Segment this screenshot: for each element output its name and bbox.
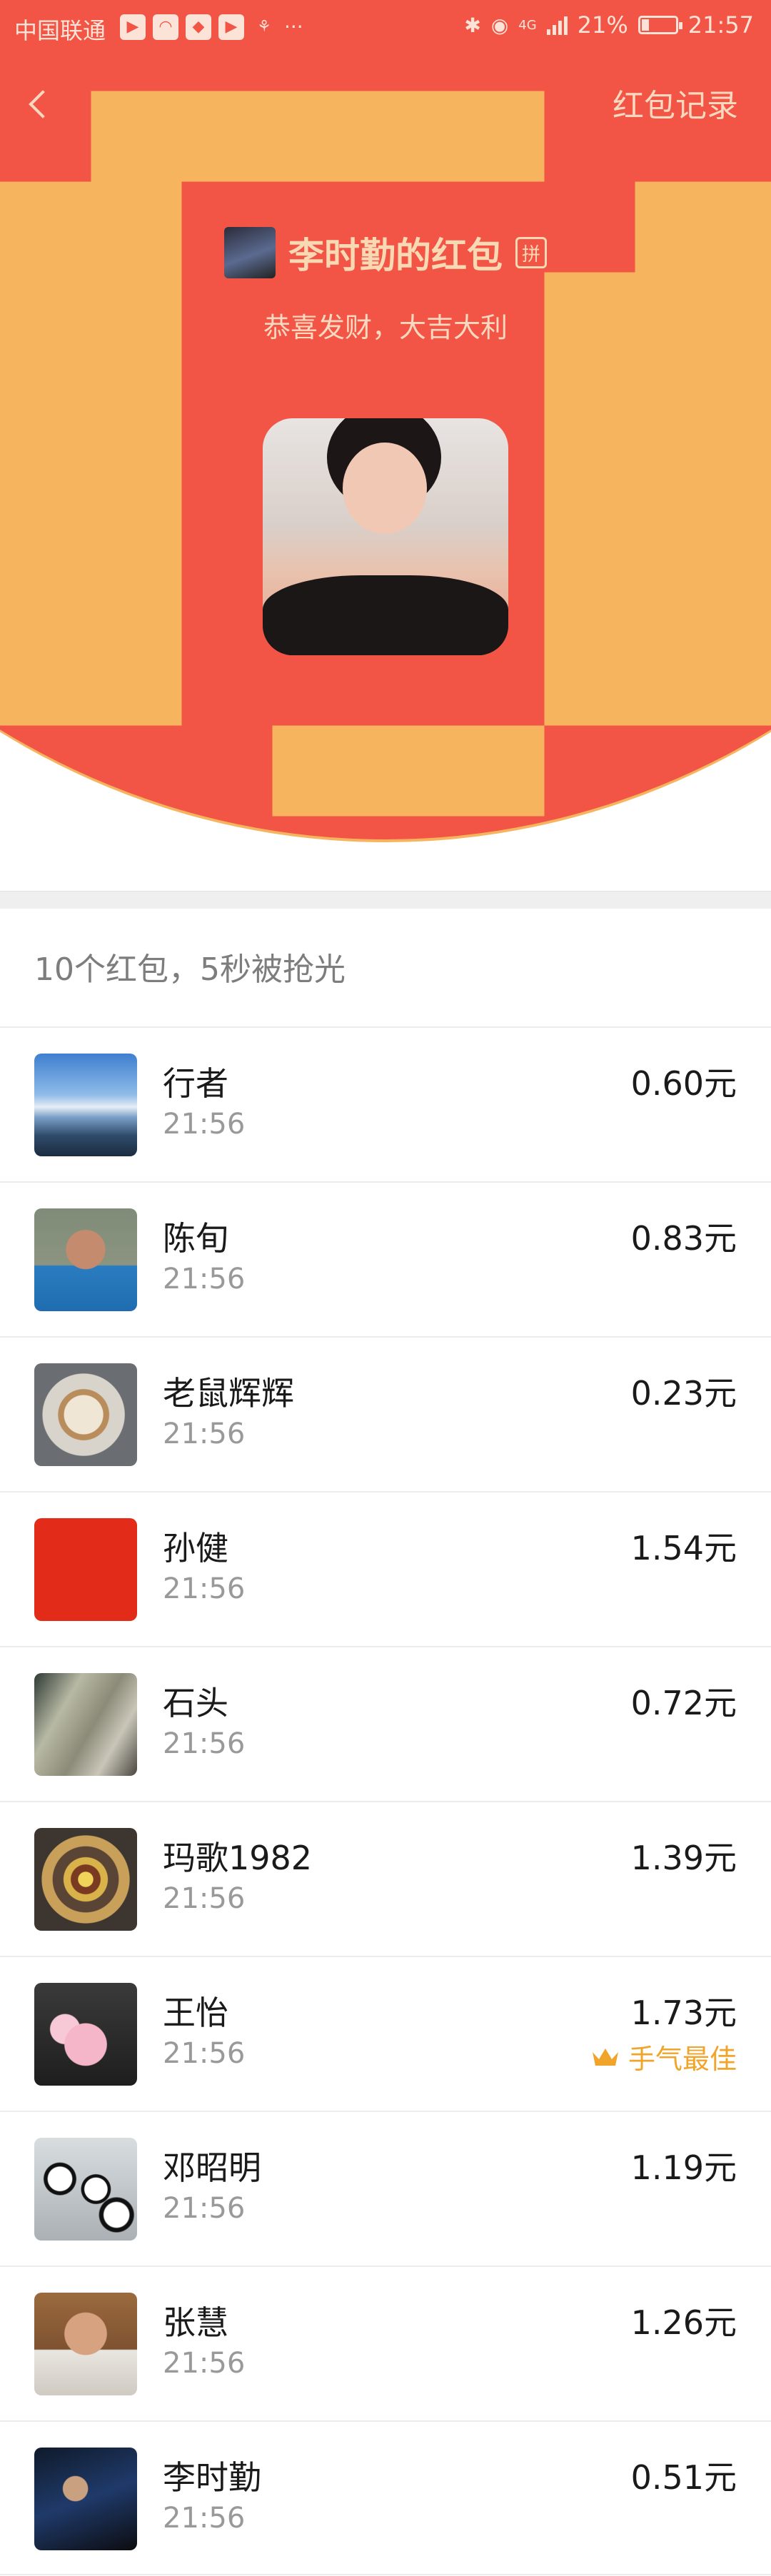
- recipient-row[interactable]: 孙健 21:56 1.54元: [0, 1491, 771, 1646]
- section-divider: [0, 891, 771, 909]
- red-packet-record-link[interactable]: 红包记录: [613, 80, 738, 126]
- avatar[interactable]: [34, 1983, 137, 2086]
- grab-amount: 0.51元: [630, 2458, 737, 2497]
- battery-fill: [641, 19, 649, 31]
- avatar[interactable]: [34, 1518, 137, 1621]
- pin-badge-icon: 拼: [515, 237, 547, 268]
- avatar[interactable]: [34, 1208, 137, 1311]
- eye-comfort-icon: ◉: [490, 13, 509, 37]
- grab-amount: 1.26元: [630, 2303, 737, 2342]
- recipient-name: 行者: [163, 1064, 228, 1103]
- recipient-name: 王怡: [163, 1994, 228, 2032]
- avatar[interactable]: [34, 2293, 137, 2395]
- run-notification-icon: ⚘: [257, 18, 271, 36]
- avatar[interactable]: [34, 1673, 137, 1776]
- recipient-name: 张慧: [163, 2303, 228, 2342]
- best-luck-badge: 手气最佳: [591, 2037, 737, 2076]
- avatar[interactable]: [34, 1828, 137, 1931]
- best-luck-label: 手气最佳: [628, 2044, 737, 2075]
- signal-icon: [546, 15, 568, 35]
- recipient-row[interactable]: 张慧 21:56 1.26元: [0, 2266, 771, 2420]
- red-packet-cover-photo[interactable]: [263, 418, 508, 655]
- recipient-name: 邓昭明: [163, 2148, 261, 2187]
- battery-icon: [638, 16, 682, 34]
- greeting-message: 恭喜发财，大吉大利: [263, 312, 508, 343]
- recipient-row[interactable]: 王怡 21:56 1.73元 手气最佳: [0, 1956, 771, 2111]
- grab-time: 21:56: [163, 1108, 246, 1141]
- grab-amount: 1.54元: [630, 1529, 737, 1567]
- more-notifications-icon: ···: [284, 15, 303, 39]
- grab-time: 21:56: [163, 1418, 246, 1450]
- app-notification-icon: ▶: [218, 14, 244, 40]
- grab-amount: 0.23元: [630, 1374, 737, 1413]
- recipient-list: 行者 21:56 0.60元 陈旬 21:56 0.83元 老鼠辉辉 21:56…: [0, 1026, 771, 2575]
- grab-amount: 0.83元: [630, 1219, 737, 1258]
- carrier-label: 中国联通: [14, 17, 106, 44]
- recipient-row[interactable]: 玛歌1982 21:56 1.39元: [0, 1801, 771, 1956]
- packet-summary: 10个红包，5秒被抢光: [34, 951, 346, 988]
- avatar[interactable]: [34, 1363, 137, 1466]
- grab-time: 21:56: [163, 1727, 246, 1760]
- grab-time: 21:56: [163, 1882, 246, 1915]
- grab-amount: 1.73元: [630, 1994, 737, 2032]
- grab-time: 21:56: [163, 2037, 246, 2070]
- notification-icons: ▶ ◠ ◆ ▶ ⚘ ···: [120, 14, 303, 40]
- sender-avatar: [224, 227, 276, 278]
- recipient-name: 李时勤: [163, 2458, 261, 2497]
- app-notification-icon: ◠: [153, 14, 178, 40]
- back-chevron-icon[interactable]: [23, 77, 66, 128]
- recipient-row[interactable]: 行者 21:56 0.60元: [0, 1026, 771, 1181]
- grab-amount: 1.19元: [630, 2148, 737, 2187]
- recipient-name: 玛歌1982: [163, 1839, 313, 1877]
- recipient-row[interactable]: 老鼠辉辉 21:56 0.23元: [0, 1336, 771, 1491]
- status-bar: 中国联通 ▶ ◠ ◆ ▶ ⚘ ··· ✱ ◉ 4G 21% 21:57: [0, 0, 771, 57]
- recipient-row[interactable]: 邓昭明 21:56 1.19元: [0, 2111, 771, 2266]
- sender-row: 李时勤的红包 拼: [0, 227, 771, 278]
- status-indicators: ✱ ◉ 4G 21% 21:57: [464, 11, 754, 39]
- grab-time: 21:56: [163, 2502, 246, 2535]
- grab-time: 21:56: [163, 1572, 246, 1605]
- grab-amount: 0.60元: [630, 1064, 737, 1103]
- recipient-name: 孙健: [163, 1529, 228, 1567]
- avatar[interactable]: [34, 1054, 137, 1156]
- red-packet-detail-page: 中国联通 ▶ ◠ ◆ ▶ ⚘ ··· ✱ ◉ 4G 21% 21:57 红包记录…: [0, 0, 771, 2576]
- app-notification-icon: ▶: [120, 14, 146, 40]
- grab-time: 21:56: [163, 2347, 246, 2380]
- sender-title: 李时勤的红包: [288, 235, 503, 276]
- cover-photo-detail: [343, 443, 427, 534]
- recipient-name: 石头: [163, 1684, 228, 1722]
- avatar[interactable]: [34, 2138, 137, 2241]
- avatar[interactable]: [34, 2448, 137, 2550]
- app-notification-icon: ◆: [186, 14, 211, 40]
- grab-time: 21:56: [163, 2192, 246, 2225]
- recipient-row[interactable]: 陈旬 21:56 0.83元: [0, 1181, 771, 1336]
- clock: 21:57: [687, 11, 754, 39]
- red-packet-header: 中国联通 ▶ ◠ ◆ ▶ ⚘ ··· ✱ ◉ 4G 21% 21:57 红包记录…: [0, 0, 771, 846]
- bluetooth-icon: ✱: [464, 13, 481, 37]
- cover-photo-detail: [263, 575, 508, 655]
- battery-percent: 21%: [577, 11, 628, 39]
- recipient-row[interactable]: 李时勤 21:56 0.51元: [0, 2420, 771, 2575]
- recipient-row[interactable]: 石头 21:56 0.72元: [0, 1646, 771, 1801]
- network-type-label: 4G: [518, 17, 537, 33]
- crown-icon: [592, 2048, 618, 2066]
- recipient-name: 陈旬: [163, 1219, 228, 1258]
- recipient-name: 老鼠辉辉: [163, 1374, 294, 1413]
- grab-time: 21:56: [163, 1263, 246, 1295]
- grab-amount: 1.39元: [630, 1839, 737, 1877]
- grab-amount: 0.72元: [630, 1684, 737, 1722]
